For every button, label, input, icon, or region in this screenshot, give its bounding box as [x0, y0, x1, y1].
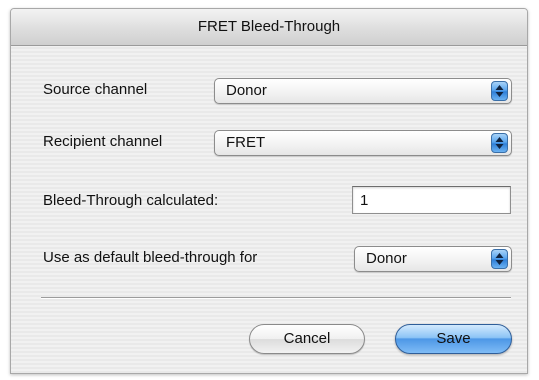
window-title-bar: FRET Bleed-Through: [11, 9, 527, 46]
bleed-through-input[interactable]: [353, 187, 510, 213]
recipient-channel-value: FRET: [226, 134, 266, 151]
window-title: FRET Bleed-Through: [197, 18, 341, 35]
bleed-through-field[interactable]: [352, 186, 511, 214]
cancel-button[interactable]: Cancel: [249, 324, 365, 354]
updown-arrows-icon: [491, 249, 508, 269]
recipient-channel-popup[interactable]: FRET: [214, 130, 512, 156]
source-channel-popup[interactable]: Donor: [214, 78, 512, 104]
source-channel-label: Source channel: [43, 81, 148, 98]
cancel-button-label: Cancel: [283, 330, 331, 347]
source-channel-value: Donor: [226, 82, 267, 99]
default-bleed-through-label: Use as default bleed-through for: [43, 249, 258, 266]
separator-line: [41, 297, 511, 299]
updown-arrows-icon: [491, 81, 508, 101]
default-bleed-through-value: Donor: [366, 250, 407, 267]
recipient-channel-label: Recipient channel: [43, 133, 163, 150]
bleed-through-label: Bleed-Through calculated:: [43, 192, 219, 209]
default-bleed-through-popup[interactable]: Donor: [354, 246, 512, 272]
save-button-label: Save: [436, 330, 471, 347]
fret-bleed-through-dialog: FRET Bleed-Through Source channel Donor …: [10, 8, 528, 374]
updown-arrows-icon: [491, 133, 508, 153]
save-button[interactable]: Save: [395, 324, 512, 354]
